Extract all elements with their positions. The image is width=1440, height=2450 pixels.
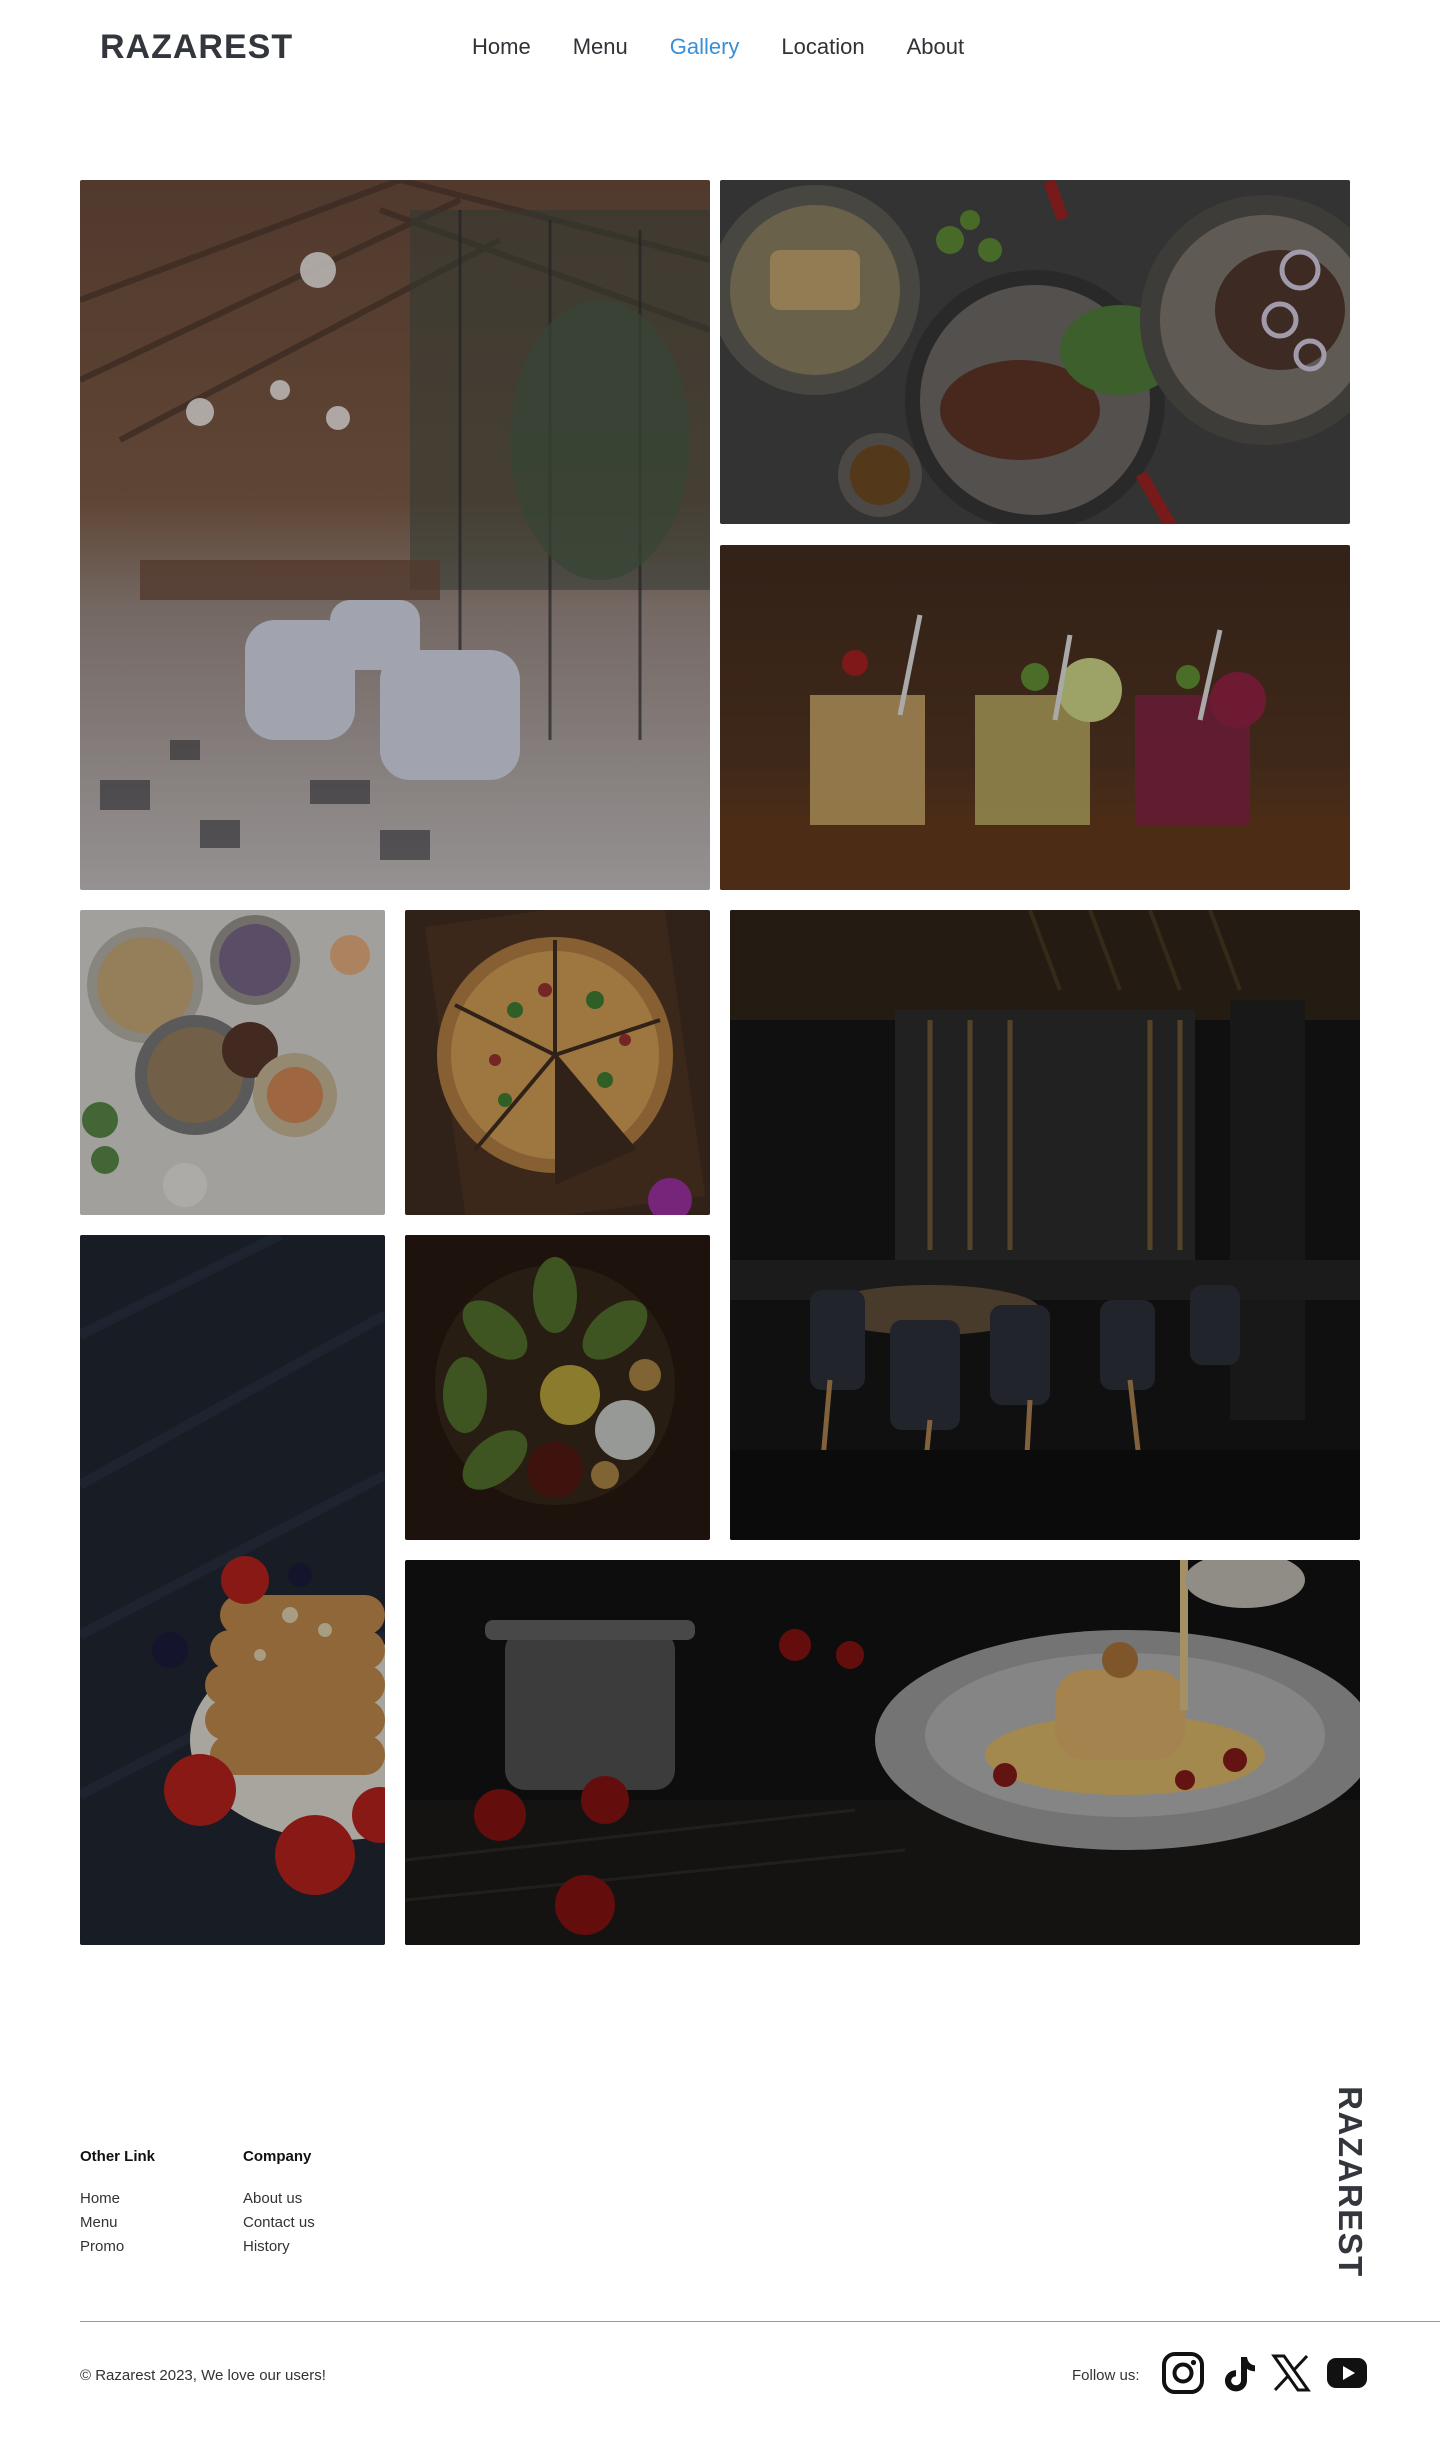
nav-location[interactable]: Location <box>781 34 864 60</box>
pancake-stack-photo[interactable] <box>80 1235 385 1945</box>
footer-other-links: Other Link Home Menu Promo <box>80 2148 155 2259</box>
main-nav: Home Menu Gallery Location About <box>472 34 964 60</box>
instagram-icon[interactable] <box>1160 2350 1206 2396</box>
footer-divider <box>80 2321 1440 2322</box>
footer-link-history[interactable]: History <box>243 2238 290 2255</box>
footer-link-home[interactable]: Home <box>80 2190 120 2207</box>
footer-link-promo[interactable]: Promo <box>80 2238 124 2255</box>
footer-link-about-us[interactable]: About us <box>243 2190 302 2207</box>
nav-gallery[interactable]: Gallery <box>670 34 740 60</box>
tacos-platter-photo[interactable] <box>405 1235 710 1540</box>
nav-menu[interactable]: Menu <box>573 34 628 60</box>
restaurant-interior-greenhouse-photo[interactable] <box>80 180 710 890</box>
tiktok-icon[interactable] <box>1216 2350 1262 2396</box>
nav-about[interactable]: About <box>907 34 965 60</box>
copyright-text: © Razarest 2023, We love our users! <box>80 2367 326 2384</box>
cocktails-bar-photo[interactable] <box>720 545 1350 890</box>
footer-vertical-brand-text: RAZAREST <box>1332 2086 1369 2278</box>
youtube-icon[interactable] <box>1324 2350 1370 2396</box>
footer-vertical-brand: RAZAREST <box>1320 2086 1380 2278</box>
breakfast-bowls-photo[interactable] <box>80 910 385 1215</box>
brand-logo[interactable]: RAZAREST <box>100 28 293 67</box>
follow-us-label: Follow us: <box>1072 2367 1140 2384</box>
nav-home[interactable]: Home <box>472 34 531 60</box>
pizza-photo[interactable] <box>405 910 710 1215</box>
x-icon[interactable] <box>1268 2350 1314 2396</box>
footer-other-links-title: Other Link <box>80 2148 156 2165</box>
grilled-steak-plates-photo[interactable] <box>720 180 1350 524</box>
footer-company-title: Company <box>243 2148 312 2165</box>
dessert-sauce-pour-photo[interactable] <box>405 1560 1360 1945</box>
footer-link-contact-us[interactable]: Contact us <box>243 2214 315 2231</box>
dark-restaurant-dining-room-photo[interactable] <box>730 910 1360 1540</box>
footer-company-links: Company About us Contact us History <box>243 2148 315 2259</box>
footer-link-menu[interactable]: Menu <box>80 2214 118 2231</box>
